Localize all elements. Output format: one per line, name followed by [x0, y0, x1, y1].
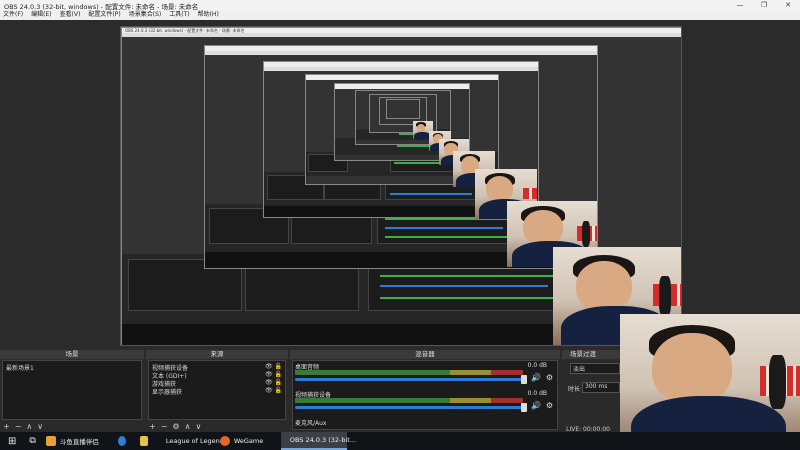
menu-file[interactable]: 文件(F) — [3, 10, 23, 20]
move-source-down-button[interactable]: ∨ — [195, 422, 201, 431]
mixer-header: 混音器 — [290, 350, 560, 359]
duration-label: 时长 — [568, 386, 581, 393]
move-scene-down-button[interactable]: ∨ — [37, 422, 43, 431]
mixer-channel-video-capture: 视频捕获设备 0.0 dB 🔊 ⚙ — [295, 390, 555, 418]
source-item-display-capture[interactable]: 显示器捕获 — [152, 387, 182, 396]
move-scene-up-button[interactable]: ∧ — [26, 422, 32, 431]
volume-meter — [295, 370, 523, 375]
visibility-lock-icon[interactable]: 👁 🔓 — [265, 379, 282, 386]
gear-icon[interactable]: ⚙ — [546, 373, 553, 382]
audio-mixer-panel: 混音器 桌面音频 0.0 dB 🔊 ⚙ 视频捕获设备 0.0 dB 🔊 ⚙ 麦克… — [290, 350, 560, 432]
move-source-up-button[interactable]: ∧ — [185, 422, 191, 431]
mixer-channel-db: 0.0 dB — [527, 362, 547, 369]
maximize-button[interactable]: ❐ — [752, 0, 776, 10]
mixer-channel-desktop: 桌面音频 0.0 dB 🔊 ⚙ — [295, 362, 555, 390]
menu-scene-collection[interactable]: 场景集合(S) — [129, 10, 162, 20]
taskbar-app-edge[interactable] — [113, 432, 135, 450]
mixer-channel-db: 0.0 dB — [527, 390, 547, 397]
mixer-channel-name: 麦克风/Aux — [295, 420, 327, 427]
preview-area: OBS 24.0.3 (32-bit, windows) - 配置文件: 未命名… — [0, 20, 800, 350]
volume-slider[interactable] — [295, 406, 523, 409]
volume-meter — [295, 398, 523, 403]
add-scene-button[interactable]: + — [3, 422, 10, 431]
volume-slider-handle[interactable] — [521, 375, 527, 384]
windows-logo-icon: ⊞ — [8, 435, 17, 447]
source-properties-gear-icon[interactable]: ⚙ — [172, 422, 179, 431]
task-view-button[interactable]: ⧉ — [24, 432, 40, 450]
folder-icon — [139, 436, 148, 446]
wegame-icon — [219, 436, 230, 446]
sources-list: 视频捕获设备 👁 🔓 文本 (GDI+) 👁 🔓 游戏捕获 👁 🔓 显示器捕获 … — [148, 360, 286, 420]
taskbar-app-wegame[interactable]: WeGame — [215, 432, 281, 450]
nested-obs-window-9 — [386, 99, 420, 119]
remove-source-button[interactable]: − — [161, 422, 168, 431]
preview-canvas[interactable]: OBS 24.0.3 (32-bit, windows) - 配置文件: 未命名… — [120, 26, 682, 346]
remove-scene-button[interactable]: − — [15, 422, 22, 431]
task-view-icon: ⧉ — [29, 436, 36, 446]
menu-view[interactable]: 查看(V) — [60, 10, 81, 20]
menu-edit[interactable]: 编辑(E) — [31, 10, 51, 20]
menu-tools[interactable]: 工具(T) — [169, 10, 189, 20]
speaker-icon[interactable]: 🔊 — [531, 373, 541, 382]
minimize-button[interactable]: — — [728, 0, 752, 10]
volume-slider[interactable] — [295, 378, 523, 381]
close-button[interactable]: ✕ — [776, 0, 800, 10]
start-button[interactable]: ⊞ — [0, 432, 24, 450]
scenes-panel: 场景 最新场景1 + − ∧ ∨ — [0, 350, 144, 432]
visibility-lock-icon[interactable]: 👁 🔓 — [265, 387, 282, 394]
taskbar-app-douyu[interactable]: 斗鱼直播伴侣 — [41, 432, 113, 450]
mixer-body: 桌面音频 0.0 dB 🔊 ⚙ 视频捕获设备 0.0 dB 🔊 ⚙ 麦克风/Au… — [292, 360, 558, 430]
visibility-lock-icon[interactable]: 👁 🔓 — [265, 371, 282, 378]
gear-icon[interactable]: ⚙ — [546, 401, 553, 410]
taskbar-app-explorer[interactable] — [135, 432, 157, 450]
volume-slider-handle[interactable] — [521, 403, 527, 412]
taskbar-app-label: OBS 24.0.3 (32-bit... — [289, 436, 357, 444]
taskbar-app-obs[interactable]: OBS 24.0.3 (32-bit... — [280, 432, 356, 450]
douyu-app-icon — [45, 436, 56, 446]
scenes-list: 最新场景1 — [2, 360, 142, 420]
duration-input[interactable]: 300 ms — [582, 382, 620, 393]
transition-select[interactable]: 淡出 — [570, 363, 620, 374]
mixer-channel-mic: 麦克风/Aux — [295, 418, 555, 430]
speaker-icon[interactable]: 🔊 — [531, 401, 541, 410]
window-title-bar: OBS 24.0.3 (32-bit, windows) - 配置文件: 未命名… — [0, 0, 800, 11]
sources-header: 来源 — [146, 350, 288, 359]
scenes-header: 场景 — [0, 350, 144, 359]
add-source-button[interactable]: + — [149, 422, 156, 431]
taskbar-app-label: WeGame — [233, 437, 264, 445]
menu-profile[interactable]: 配置文件(P) — [88, 10, 120, 20]
visibility-lock-icon[interactable]: 👁 🔓 — [265, 363, 282, 370]
windows-taskbar: ⊞ ⧉ 斗鱼直播伴侣 League of Legends WeGame OBS … — [0, 432, 800, 450]
scene-item[interactable]: 最新场景1 — [6, 363, 34, 372]
taskbar-app-label: 斗鱼直播伴侣 — [59, 438, 99, 446]
taskbar-app-league[interactable]: League of Legends — [157, 432, 227, 450]
sources-panel: 来源 视频捕获设备 👁 🔓 文本 (GDI+) 👁 🔓 游戏捕获 👁 🔓 显示器… — [146, 350, 288, 432]
menu-bar: 文件(F) 编辑(E) 查看(V) 配置文件(P) 场景集合(S) 工具(T) … — [0, 10, 800, 20]
webcam-overlay — [620, 314, 800, 450]
edge-browser-icon — [117, 436, 126, 446]
menu-help[interactable]: 帮助(H) — [198, 10, 219, 20]
